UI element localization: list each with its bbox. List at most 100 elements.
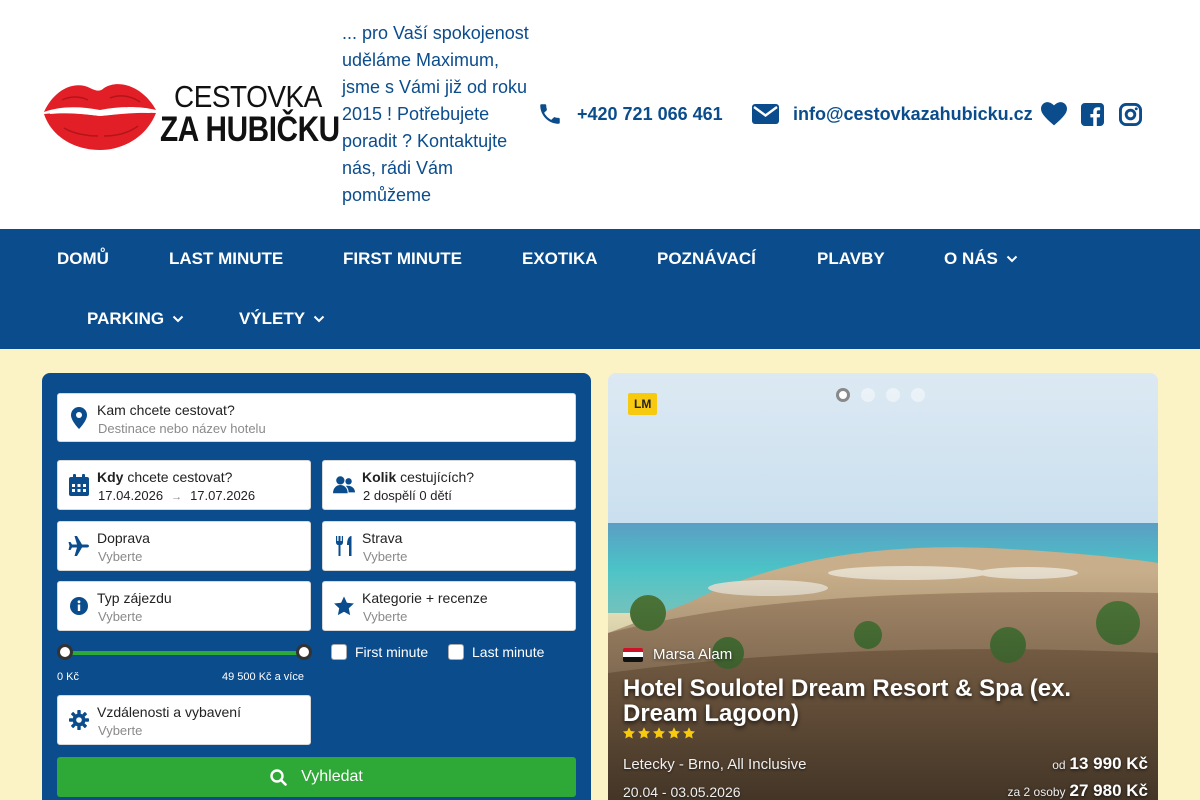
nav-item-label: VÝLETY [239, 309, 306, 328]
board-label: Strava [362, 530, 403, 546]
nav-item-label: FIRST MINUTE [343, 249, 462, 268]
carousel-dot[interactable] [886, 388, 900, 402]
nav-item-exotika[interactable]: EXOTIKA [522, 249, 598, 269]
checkbox-box[interactable] [331, 644, 347, 660]
nav-item-first-minute[interactable]: FIRST MINUTE [343, 249, 462, 269]
total-prefix: za 2 osoby [1007, 785, 1066, 799]
heart-icon[interactable] [1040, 100, 1068, 128]
nav-item-label: PLAVBY [817, 249, 885, 268]
star-icon [623, 727, 635, 739]
carousel-dot[interactable] [911, 388, 925, 402]
tour-type-select[interactable]: Typ zájezdu Vyberte [57, 581, 311, 631]
destination-field[interactable]: Kam chcete cestovat? Destinace nebo náze… [57, 393, 576, 442]
calendar-icon [68, 474, 90, 496]
nav-item-plavby[interactable]: PLAVBY [817, 249, 885, 269]
transport-value: Vyberte [98, 549, 143, 564]
carousel-dots [836, 388, 925, 402]
travelers-value: 2 dospělí 0 dětí [363, 488, 452, 503]
offer-price: od 13 990 Kč [1052, 754, 1148, 774]
nav-item-domu[interactable]: DOMŮ [57, 249, 109, 269]
offer-carousel[interactable]: LM Marsa Alam Hotel Soulotel Dream Resor… [608, 373, 1158, 800]
arrow-right-icon: → [171, 491, 183, 503]
tagline: ... pro Vaší spokojenost uděláme Maximum… [342, 23, 529, 205]
price-min-label: 0 Kč [57, 671, 80, 683]
nav-item-label: LAST MINUTE [169, 249, 284, 268]
email-contact[interactable]: info@cestovkazahubicku.cz [752, 98, 1033, 130]
phone-number: +420 721 066 461 [577, 103, 723, 124]
star-icon [653, 727, 665, 739]
offer-destination: Marsa Alam [623, 646, 732, 663]
date-label-rest: chcete cestovat? [123, 469, 233, 485]
price-slider-track[interactable] [65, 651, 305, 655]
plane-icon [68, 536, 90, 556]
travelers-label-rest: cestujících? [396, 469, 475, 485]
phone-contact[interactable]: +420 721 066 461 [537, 98, 723, 130]
date-range[interactable]: 17.04.2026 → 17.07.2026 [98, 488, 255, 503]
first-minute-checkbox[interactable]: First minute [331, 644, 428, 660]
carousel-dot[interactable] [861, 388, 875, 402]
phone-icon [537, 101, 563, 127]
nav-item-vylety[interactable]: VÝLETY [239, 309, 325, 329]
first-minute-label: First minute [355, 644, 429, 660]
site-header: CESTOVKA ZA HUBIČKU ... pro Vaší spokoje… [0, 0, 1200, 229]
board-select[interactable]: Strava Vyberte [322, 521, 576, 571]
date-from: 17.04.2026 [98, 488, 164, 503]
star-icon [683, 727, 695, 739]
board-value: Vyberte [363, 549, 408, 564]
info-circle-icon [68, 597, 90, 615]
last-minute-label: Last minute [472, 644, 545, 660]
nav-item-label: PARKING [87, 309, 165, 328]
category-label: Kategorie + recenze [362, 590, 488, 606]
social-links [1040, 100, 1144, 128]
nav-item-o-nas[interactable]: O NÁS [944, 249, 1018, 269]
distances-value: Vyberte [98, 723, 143, 738]
egypt-flag-icon [623, 647, 643, 662]
carousel-dot[interactable] [836, 388, 850, 402]
envelope-icon [752, 103, 779, 125]
price-slider-max-handle[interactable] [296, 644, 312, 660]
nav-item-poznavaci[interactable]: POZNÁVACÍ [657, 249, 756, 269]
last-minute-checkbox[interactable]: Last minute [448, 644, 544, 660]
destination-label: Kam chcete cestovat? [97, 402, 235, 418]
search-button[interactable]: Vyhledat [57, 757, 576, 797]
hotel-name[interactable]: Hotel Soulotel Dream Resort & Spa (ex. D… [623, 676, 1143, 726]
lips-icon [44, 84, 156, 150]
utensils-icon [333, 536, 355, 556]
logo[interactable]: CESTOVKA ZA HUBIČKU [40, 76, 340, 154]
offer-dates: 20.04 - 03.05.2026 [623, 784, 741, 800]
tour-type-label: Typ zájezdu [97, 590, 172, 606]
search-button-label: Vyhledat [301, 768, 363, 785]
tour-type-value: Vyberte [98, 609, 143, 624]
transport-select[interactable]: Doprava Vyberte [57, 521, 311, 571]
star-icon [638, 727, 650, 739]
nav-item-label: POZNÁVACÍ [657, 249, 756, 268]
checkbox-box[interactable] [448, 644, 464, 660]
travelers-field[interactable]: Kolik cestujících? 2 dospělí 0 dětí [322, 460, 576, 510]
instagram-icon[interactable] [1116, 100, 1144, 128]
search-icon [270, 768, 287, 786]
logo-text-line2: ZA HUBIČKU [160, 110, 340, 149]
category-select[interactable]: Kategorie + recenze Vyberte [322, 581, 576, 631]
nav-item-label: DOMŮ [57, 249, 109, 268]
email-address: info@cestovkazahubicku.cz [793, 103, 1033, 124]
price-slider-min-handle[interactable] [57, 644, 73, 660]
distances-label: Vzdálenosti a vybavení [97, 704, 241, 720]
nav-item-last-minute[interactable]: LAST MINUTE [169, 249, 283, 269]
offer-transport-info: Letecky - Brno, All Inclusive [623, 756, 807, 773]
date-field[interactable]: Kdy chcete cestovat? 17.04.2026 → 17.07.20… [57, 460, 311, 510]
facebook-icon[interactable] [1078, 100, 1106, 128]
price-value: 13 990 Kč [1069, 754, 1148, 773]
destination-name: Marsa Alam [653, 646, 733, 663]
star-icon [668, 727, 680, 739]
last-minute-badge: LM [628, 393, 658, 415]
transport-label: Doprava [97, 530, 150, 546]
destination-input[interactable]: Destinace nebo název hotelu [98, 421, 266, 436]
nav-item-parking[interactable]: PARKING [87, 309, 184, 329]
total-value: 27 980 Kč [1069, 781, 1148, 800]
users-icon [333, 475, 355, 495]
date-to: 17.07.2026 [190, 488, 256, 503]
price-prefix: od [1052, 758, 1066, 772]
distances-select[interactable]: Vzdálenosti a vybavení Vyberte [57, 695, 311, 745]
date-label: Kdy chcete cestovat? [97, 469, 232, 485]
price-max-label: 49 500 Kč a více [222, 671, 304, 683]
